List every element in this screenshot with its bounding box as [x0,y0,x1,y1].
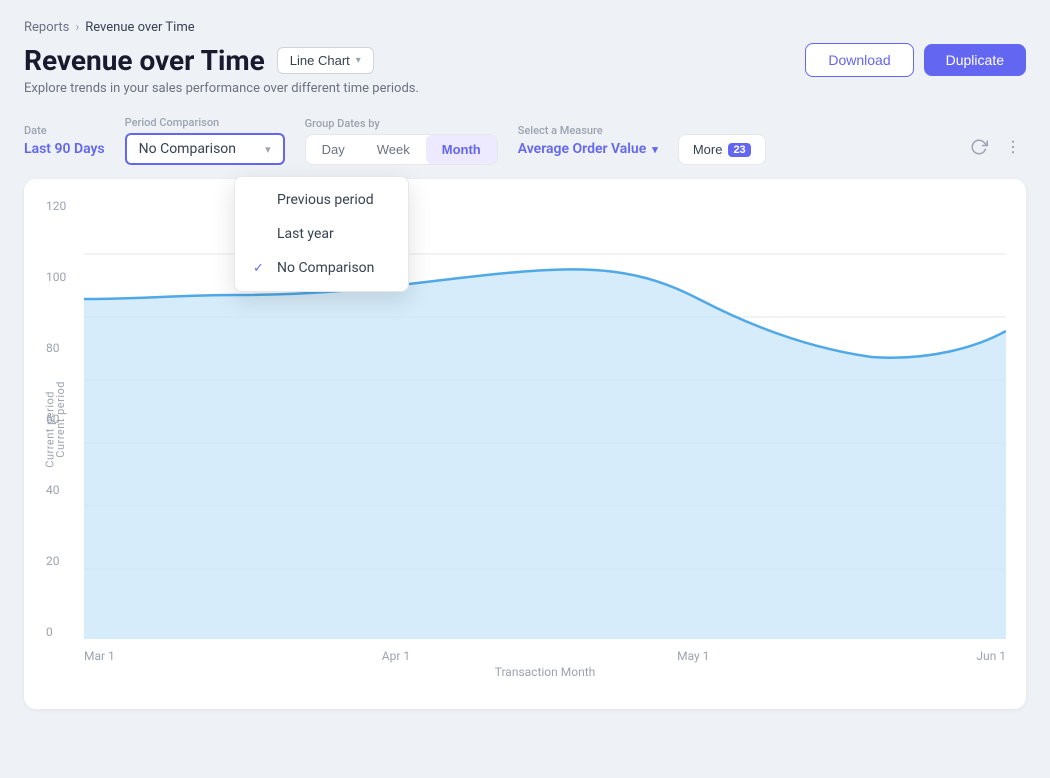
dropdown-item-label: Last year [277,226,334,242]
dropdown-item-lastyear[interactable]: Last year [235,217,408,251]
page-title: Revenue over Time [24,44,265,77]
measure-label: Select a Measure [518,124,658,137]
x-axis-ticks: Mar 1 Apr 1 May 1 Jun 1 [84,649,1006,663]
more-badge: 23 [728,143,750,157]
period-comparison-group: Period Comparison No Comparison ▾ [125,116,285,165]
more-label: More [693,142,723,157]
chevron-down-icon: ▾ [356,55,361,66]
y-axis-label: Current period [54,381,67,458]
measure-dropdown[interactable]: Average Order Value ▾ [518,141,658,157]
title-row: Revenue over Time Line Chart ▾ [24,44,374,77]
date-label: Date [24,124,105,137]
period-comparison-menu: Previous period Last year ✓ No Compariso… [234,176,409,292]
filters-row: Date Last 90 Days Period Comparison No C… [24,116,1026,165]
chart-area: Current period 120 100 80 6 [44,199,1006,679]
breadcrumb: Reports › Revenue over Time [24,20,1026,35]
date-value[interactable]: Last 90 Days [24,141,105,157]
group-dates-group: Group Dates by Day Week Month [305,117,498,165]
group-day-button[interactable]: Day [306,135,361,164]
x-tick: Apr 1 [382,649,410,663]
x-axis-label: Transaction Month [84,665,1006,679]
group-dates-label: Group Dates by [305,117,498,130]
refresh-button[interactable] [966,134,992,165]
icon-actions [966,134,1026,165]
measure-group: Select a Measure Average Order Value ▾ [518,124,658,157]
period-comparison-dropdown[interactable]: No Comparison ▾ [125,133,285,165]
y-axis-label-wrap: Current period [54,199,67,639]
page-header: Revenue over Time Line Chart ▾ Download … [24,43,1026,77]
date-filter-group: Date Last 90 Days [24,124,105,157]
chart-fill [84,269,1006,639]
line-chart-svg [84,199,1006,639]
dropdown-item-label: Previous period [277,192,374,208]
duplicate-button[interactable]: Duplicate [924,44,1026,76]
x-tick: May 1 [677,649,709,663]
dropdown-item-nocomparison[interactable]: ✓ No Comparison [235,251,408,285]
dropdown-item-previous[interactable]: Previous period [235,183,408,217]
chart-type-label: Line Chart [290,53,350,68]
group-dates-buttons: Day Week Month [305,134,498,165]
period-comparison-value: No Comparison [139,141,236,157]
refresh-icon [970,138,988,156]
chevron-down-icon: ▾ [265,143,271,156]
breadcrumb-separator: › [75,20,79,35]
more-vertical-icon [1004,138,1022,156]
chevron-down-icon: ▾ [652,143,658,156]
chart-type-button[interactable]: Line Chart ▾ [277,47,374,74]
page-subtitle: Explore trends in your sales performance… [24,81,1026,96]
breadcrumb-current: Revenue over Time [85,20,194,35]
chart-svg: 120 100 80 60 40 20 0 Mar 1 Apr 1 May 1 … [84,199,1006,639]
period-comparison-label: Period Comparison [125,116,285,129]
dropdown-item-label: No Comparison [277,260,374,276]
x-tick: Jun 1 [976,649,1006,663]
check-icon: ✓ [253,261,269,276]
x-tick: Mar 1 [84,649,115,663]
group-month-button[interactable]: Month [426,135,497,164]
measure-value: Average Order Value [518,141,647,157]
breadcrumb-parent[interactable]: Reports [24,20,69,35]
download-button[interactable]: Download [805,43,913,77]
header-actions: Download Duplicate [805,43,1026,77]
more-button[interactable]: More 23 [678,134,766,165]
chart-container: Current period 120 100 80 6 [24,179,1026,709]
group-week-button[interactable]: Week [361,135,426,164]
more-options-button[interactable] [1000,134,1026,165]
